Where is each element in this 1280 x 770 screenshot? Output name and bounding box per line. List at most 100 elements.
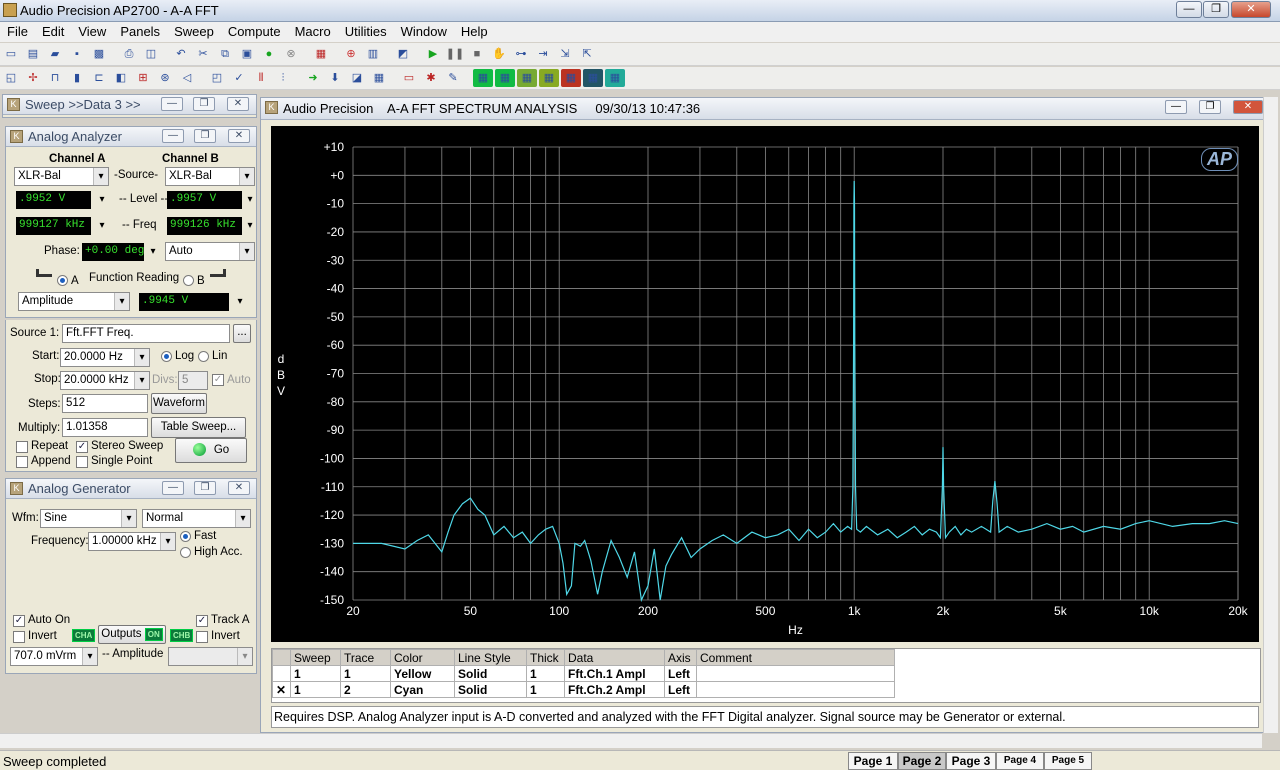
col-color[interactable]: Color — [390, 649, 455, 666]
cell-line-style[interactable]: Solid — [454, 665, 527, 682]
cut-icon[interactable]: ✂ — [193, 45, 213, 63]
panel-restore-button[interactable]: ❐ — [194, 481, 216, 495]
comment-box[interactable]: Requires DSP. Analog Analyzer input is A… — [271, 706, 1259, 728]
table-row[interactable]: 1 1 Yellow Solid 1 Fft.Ch.1 Ampl Left — [272, 665, 895, 682]
bug-icon[interactable]: ✱ — [421, 69, 441, 87]
measure-icon[interactable]: ✓ — [229, 69, 249, 87]
dcx-icon[interactable]: ◰ — [207, 69, 227, 87]
panel-close-button[interactable]: ✕ — [228, 129, 250, 143]
multiply-field[interactable]: 1.01358 — [62, 418, 148, 437]
cell-thick[interactable]: 1 — [526, 681, 565, 698]
steps-field[interactable]: 512 — [62, 394, 148, 413]
graph-icon[interactable]: ◱ — [1, 69, 21, 87]
page-tab-4[interactable]: Page 4 — [996, 752, 1044, 770]
log-radio[interactable] — [161, 351, 172, 362]
menu-view[interactable]: View — [71, 22, 113, 41]
function-type-select[interactable]: Amplitude — [18, 292, 130, 311]
filter-icon[interactable]: ⫴ — [251, 69, 271, 87]
chart-icon[interactable]: ◪ — [347, 69, 367, 87]
switcher-icon[interactable]: ⊞ — [133, 69, 153, 87]
graph-restore-button[interactable]: ❐ — [1199, 100, 1221, 114]
graph3-icon[interactable]: ▦ — [517, 69, 537, 87]
maximize-button[interactable]: ❐ — [1203, 1, 1229, 18]
stereo-sweep-checkbox[interactable]: ✓ — [76, 441, 88, 453]
cell-trace[interactable]: 1 — [340, 665, 391, 682]
cell-sweep[interactable]: 1 — [290, 665, 341, 682]
menu-edit[interactable]: Edit — [35, 22, 71, 41]
bargraph-icon[interactable]: ▮ — [67, 69, 87, 87]
page-tab-5[interactable]: Page 5 — [1044, 752, 1092, 770]
copy-icon[interactable]: ⧉ — [215, 45, 235, 63]
row-checkbox[interactable] — [272, 665, 291, 682]
auto-checkbox[interactable]: ✓ — [212, 374, 224, 386]
function-dropdown-icon[interactable]: ▾ — [234, 296, 246, 308]
open-icon[interactable]: ▰ — [45, 45, 65, 63]
fast-radio[interactable] — [180, 531, 191, 542]
analyzer-icon[interactable]: ▦ — [311, 45, 331, 63]
cell-color[interactable]: Yellow — [390, 665, 455, 682]
source-a-select[interactable]: XLR-Bal — [14, 167, 109, 186]
link-icon[interactable]: ⊕ — [341, 45, 361, 63]
minimize-button[interactable]: — — [1176, 1, 1202, 18]
paste-icon[interactable]: ▣ — [237, 45, 257, 63]
start-select[interactable]: 20.0000 Hz — [60, 348, 150, 367]
page-tab-2[interactable]: Page 2 — [898, 752, 946, 770]
graph7-icon[interactable]: ▦ — [605, 69, 625, 87]
invert-b-checkbox[interactable] — [196, 631, 208, 643]
save-icon[interactable]: ▪ — [67, 45, 87, 63]
speaker-icon[interactable]: ◁ — [177, 69, 197, 87]
cell-axis[interactable]: Left — [664, 665, 697, 682]
watch-icon[interactable]: ⊶ — [511, 45, 531, 63]
import-icon[interactable]: ➜ — [303, 69, 323, 87]
col-sweep[interactable]: Sweep — [290, 649, 341, 666]
cell-data[interactable]: Fft.Ch.2 Ampl — [564, 681, 665, 698]
col-line-style[interactable]: Line Style — [454, 649, 527, 666]
col-thick[interactable]: Thick — [526, 649, 565, 666]
divs-field[interactable]: 5 — [178, 371, 208, 390]
hand-icon[interactable]: ✋ — [489, 45, 509, 63]
digital-icon[interactable]: ◧ — [111, 69, 131, 87]
stop-icon[interactable]: ■ — [467, 45, 487, 63]
panel-restore-button[interactable]: ❐ — [194, 129, 216, 143]
play-icon[interactable]: ▶ — [423, 45, 443, 63]
cell-data[interactable]: Fft.Ch.1 Ampl — [564, 665, 665, 682]
phase-dropdown-icon[interactable]: ▾ — [147, 246, 159, 258]
source-b-select[interactable]: XLR-Bal — [165, 167, 255, 186]
menu-help[interactable]: Help — [454, 22, 495, 41]
col-comment[interactable]: Comment — [696, 649, 895, 666]
amplitude-b-select[interactable] — [168, 647, 253, 666]
source1-field[interactable]: Fft.FFT Freq. — [62, 324, 230, 343]
graph-minimize-button[interactable]: — — [1165, 100, 1187, 114]
panel-close-button[interactable]: ✕ — [227, 97, 249, 111]
panel-minimize-button[interactable]: — — [162, 481, 184, 495]
panel-icon[interactable]: ▥ — [363, 45, 383, 63]
cell-comment[interactable] — [696, 681, 895, 698]
print-icon[interactable]: ⎙ — [119, 45, 139, 63]
function-b-radio[interactable] — [183, 275, 194, 286]
waveform-button[interactable]: Waveform — [151, 393, 207, 414]
panel-minimize-button[interactable]: — — [161, 97, 183, 111]
stop-select[interactable]: 20.0000 kHz — [60, 371, 150, 390]
horizontal-scrollbar[interactable] — [0, 733, 1262, 748]
page-tab-3[interactable]: Page 3 — [946, 752, 996, 770]
append-checkbox[interactable] — [16, 456, 28, 468]
cell-trace[interactable]: 2 — [340, 681, 391, 698]
menu-macro[interactable]: Macro — [288, 22, 338, 41]
sweep-panel-titlebar[interactable]: K Sweep >>Data 3 >> — ❐ ✕ — [3, 95, 256, 115]
cell-thick[interactable]: 1 — [526, 665, 565, 682]
io-icon[interactable]: ⊏ — [89, 69, 109, 87]
waveform-icon[interactable]: ⊓ — [45, 69, 65, 87]
limit-icon[interactable]: ▭ — [399, 69, 419, 87]
repeat-checkbox[interactable] — [16, 441, 28, 453]
graph6-icon[interactable]: ▦ — [583, 69, 603, 87]
close-button[interactable]: ✕ — [1231, 1, 1271, 18]
dsp-icon[interactable]: ⊛ — [155, 69, 175, 87]
new-test-icon[interactable]: ▤ — [23, 45, 43, 63]
track-a-checkbox[interactable]: ✓ — [196, 615, 208, 627]
menu-file[interactable]: File — [0, 22, 35, 41]
outputs-button[interactable]: Outputs ON — [98, 625, 166, 644]
cell-sweep[interactable]: 1 — [290, 681, 341, 698]
step-into-icon[interactable]: ⇲ — [555, 45, 575, 63]
analyzer-titlebar[interactable]: K Analog Analyzer — ❐ ✕ — [6, 127, 256, 147]
probe-icon[interactable]: ✢ — [23, 69, 43, 87]
